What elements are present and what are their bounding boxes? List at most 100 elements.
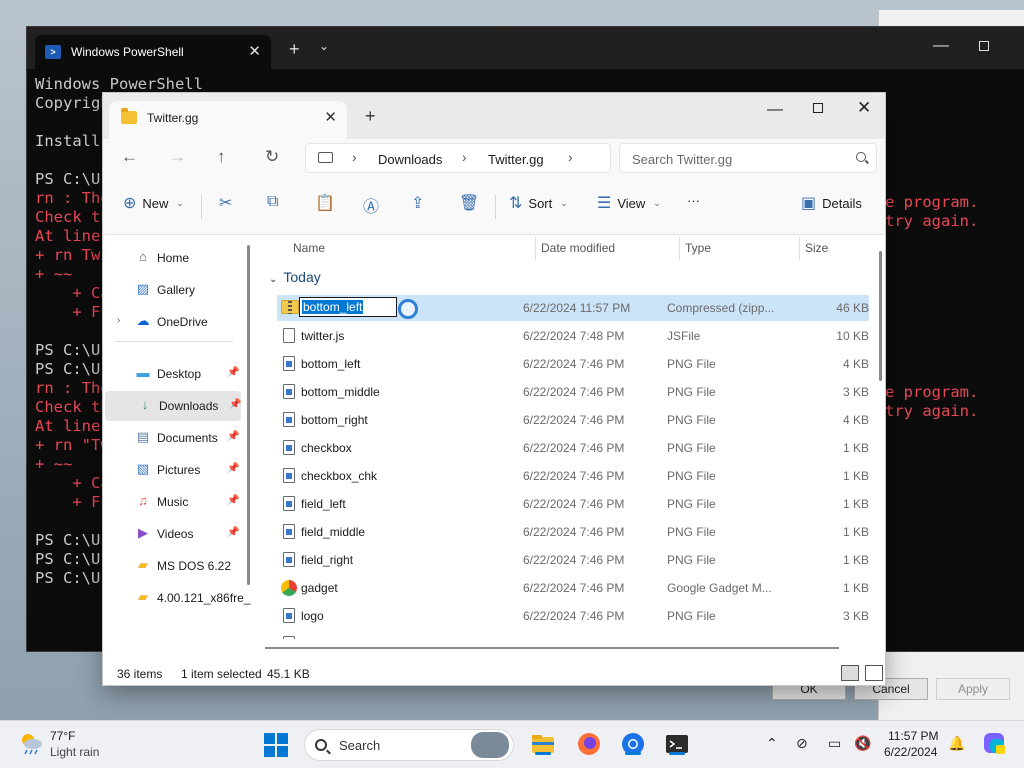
file-row[interactable]: checkbox_chk 6/22/2024 7:46 PM PNG File 1 K… xyxy=(277,463,869,489)
apply-button[interactable]: Apply xyxy=(936,678,1010,700)
terminal-taskbar-icon[interactable] xyxy=(664,731,690,757)
file-row[interactable]: gadget 6/22/2024 7:46 PM Google Gadget M..… xyxy=(277,575,869,601)
chevron-right-icon[interactable]: › xyxy=(352,149,357,165)
file-row[interactable]: field_right 6/22/2024 7:46 PM PNG File 1 KB xyxy=(277,547,869,573)
details-view-icon[interactable] xyxy=(841,665,859,681)
column-header-name[interactable]: Name xyxy=(293,241,325,255)
minimize-button[interactable]: — xyxy=(933,37,949,55)
paste-button[interactable]: 📋 xyxy=(315,193,335,213)
file-row[interactable]: bottom_left 6/22/2024 11:57 PM Compressed … xyxy=(277,295,869,321)
file-row[interactable]: main.js 6/22/2024 7:46 PM JSFile 29 KB xyxy=(277,631,869,639)
explorer-titlebar[interactable]: Twitter.gg ✕ + — ✕ xyxy=(103,93,885,139)
navigation-pane[interactable]: ⌂ Home ▨ Gallery › ☁ OneDrive ▬ Desktop 📌 ↓ Downloa… xyxy=(103,235,255,659)
chrome-taskbar-icon[interactable] xyxy=(620,731,646,757)
search-icon[interactable] xyxy=(856,152,866,162)
more-options-button[interactable]: ··· xyxy=(687,193,700,208)
new-tab-button[interactable]: + xyxy=(289,39,300,60)
file-row[interactable]: bottom_right 6/22/2024 7:46 PM PNG File 4 K… xyxy=(277,407,869,433)
weather-temperature[interactable]: 77°F xyxy=(50,729,75,743)
close-window-button[interactable]: ✕ xyxy=(857,98,871,118)
file-row[interactable]: bottom_left 6/22/2024 7:46 PM PNG File 4 KB xyxy=(277,351,869,377)
console-line-tail xyxy=(885,250,978,269)
this-pc-icon[interactable] xyxy=(318,152,333,163)
cut-button[interactable]: ✂ xyxy=(219,193,232,213)
clock-date[interactable]: 6/22/2024 xyxy=(884,745,937,759)
maximize-button[interactable] xyxy=(813,103,823,113)
file-row[interactable]: logo 6/22/2024 7:46 PM PNG File 3 KB xyxy=(277,603,869,629)
sidebar-item-onedrive[interactable]: › ☁ OneDrive xyxy=(103,307,243,337)
sidebar-item-downloads[interactable]: ↓ Downloads 📌 xyxy=(105,391,241,421)
sidebar-item-home[interactable]: ⌂ Home xyxy=(103,243,243,273)
file-list[interactable]: Name Date modified Type Size ⌄ Today bott… xyxy=(259,235,885,659)
sidebar-item-ms-dos-6-22[interactable]: ▰ MS DOS 6.22 xyxy=(103,551,243,581)
column-divider[interactable] xyxy=(799,237,800,261)
file-row[interactable]: field_middle 6/22/2024 7:46 PM PNG File 1 K… xyxy=(277,519,869,545)
sidebar-item-videos[interactable]: ▶ Videos 📌 xyxy=(103,519,243,549)
file-type: Google Gadget M... xyxy=(667,581,772,595)
file-row[interactable]: checkbox 6/22/2024 7:46 PM PNG File 1 KB xyxy=(277,435,869,461)
close-icon[interactable]: ✕ xyxy=(248,42,261,60)
file-list-vertical-scrollbar[interactable] xyxy=(879,251,882,381)
weather-description[interactable]: Light rain xyxy=(50,745,99,759)
file-explorer-taskbar-icon[interactable] xyxy=(530,731,556,757)
sidebar-item-gallery[interactable]: ▨ Gallery xyxy=(103,275,243,305)
start-button[interactable] xyxy=(264,733,288,757)
sidebar-item-desktop[interactable]: ▬ Desktop 📌 xyxy=(103,359,243,389)
new-tab-button[interactable]: + xyxy=(365,106,376,127)
maximize-button[interactable] xyxy=(979,41,989,51)
column-header-size[interactable]: Size xyxy=(805,241,828,255)
sidebar-item-pictures[interactable]: ▧ Pictures 📌 xyxy=(103,455,243,485)
weather-rain-icon[interactable] xyxy=(18,731,44,755)
rename-input[interactable]: bottom_left xyxy=(299,297,418,319)
file-explorer-window[interactable]: Twitter.gg ✕ + — ✕ ← → ↑ ↻ › Downloads ›… xyxy=(102,92,886,686)
file-row[interactable]: twitter.js 6/22/2024 7:48 PM JSFile 10 KB xyxy=(277,323,869,349)
clock-time[interactable]: 11:57 PM xyxy=(888,729,938,743)
rename-button[interactable]: Ⓐ xyxy=(363,193,379,217)
refresh-icon[interactable]: ↻ xyxy=(265,147,279,167)
chevron-right-icon[interactable]: › xyxy=(117,315,120,326)
file-row[interactable]: field_left 6/22/2024 7:46 PM PNG File 1 KB xyxy=(277,491,869,517)
chevron-right-icon[interactable]: › xyxy=(462,149,467,165)
sort-button[interactable]: ⇅ Sort ⌄ xyxy=(509,193,568,213)
share-button[interactable]: ⇪ xyxy=(411,193,424,213)
notification-bell-icon[interactable]: 🔔 xyxy=(948,735,965,752)
up-arrow-icon[interactable]: ↑ xyxy=(217,147,226,167)
search-input[interactable]: Search Twitter.gg xyxy=(619,143,877,173)
column-divider[interactable] xyxy=(679,237,680,261)
tiles-view-icon[interactable] xyxy=(865,665,883,681)
back-arrow-icon[interactable]: ← xyxy=(121,147,138,167)
volume-muted-icon[interactable]: 🔇 xyxy=(854,735,871,752)
column-divider[interactable] xyxy=(535,237,536,261)
view-button[interactable]: ☰ View ⌄ xyxy=(597,193,661,213)
column-header-type[interactable]: Type xyxy=(685,241,711,255)
file-row[interactable]: bottom_middle 6/22/2024 7:46 PM PNG File 3 … xyxy=(277,379,869,405)
explorer-tab[interactable]: Twitter.gg ✕ xyxy=(109,101,347,139)
chevron-up-icon[interactable]: ⌃ xyxy=(766,735,778,752)
minimize-button[interactable]: — xyxy=(767,101,783,119)
network-disconnected-icon[interactable]: ⊘ xyxy=(796,735,808,752)
breadcrumb-downloads[interactable]: Downloads xyxy=(378,152,442,167)
file-list-horizontal-scrollbar[interactable] xyxy=(265,647,839,649)
firefox-taskbar-icon[interactable] xyxy=(576,731,602,757)
chevron-right-icon[interactable]: › xyxy=(568,149,573,165)
breadcrumb-twitter-gg[interactable]: Twitter.gg xyxy=(488,152,544,167)
address-bar[interactable]: › Downloads › Twitter.gg › xyxy=(305,143,611,173)
sidebar-item-music[interactable]: ♫ Music 📌 xyxy=(103,487,243,517)
delete-button[interactable]: 🗑 xyxy=(459,193,479,213)
details-pane-button[interactable]: ▣ Details xyxy=(801,193,862,213)
column-header-date[interactable]: Date modified xyxy=(541,241,615,255)
group-header-today[interactable]: ⌄ Today xyxy=(269,269,321,285)
new-button[interactable]: ⊕ New ⌄ xyxy=(123,193,184,213)
copilot-icon[interactable] xyxy=(982,731,1006,758)
copy-button[interactable]: ⧉ xyxy=(267,193,278,211)
display-icon[interactable]: ▭ xyxy=(828,735,841,752)
powershell-titlebar[interactable]: > Windows PowerShell ✕ + ⌄ — xyxy=(27,27,1024,69)
close-icon[interactable]: ✕ xyxy=(324,108,337,126)
sidebar-scrollbar[interactable] xyxy=(247,245,250,585)
sidebar-item-4-00-121-x86fre-[interactable]: ▰ 4.00.121_x86fre_ xyxy=(103,583,250,613)
powershell-tab[interactable]: > Windows PowerShell ✕ xyxy=(35,35,271,69)
forward-arrow-icon[interactable]: → xyxy=(169,147,186,167)
taskbar-search[interactable]: Search xyxy=(304,729,514,761)
chevron-down-icon[interactable]: ⌄ xyxy=(319,39,329,53)
sidebar-item-documents[interactable]: ▤ Documents 📌 xyxy=(103,423,243,453)
